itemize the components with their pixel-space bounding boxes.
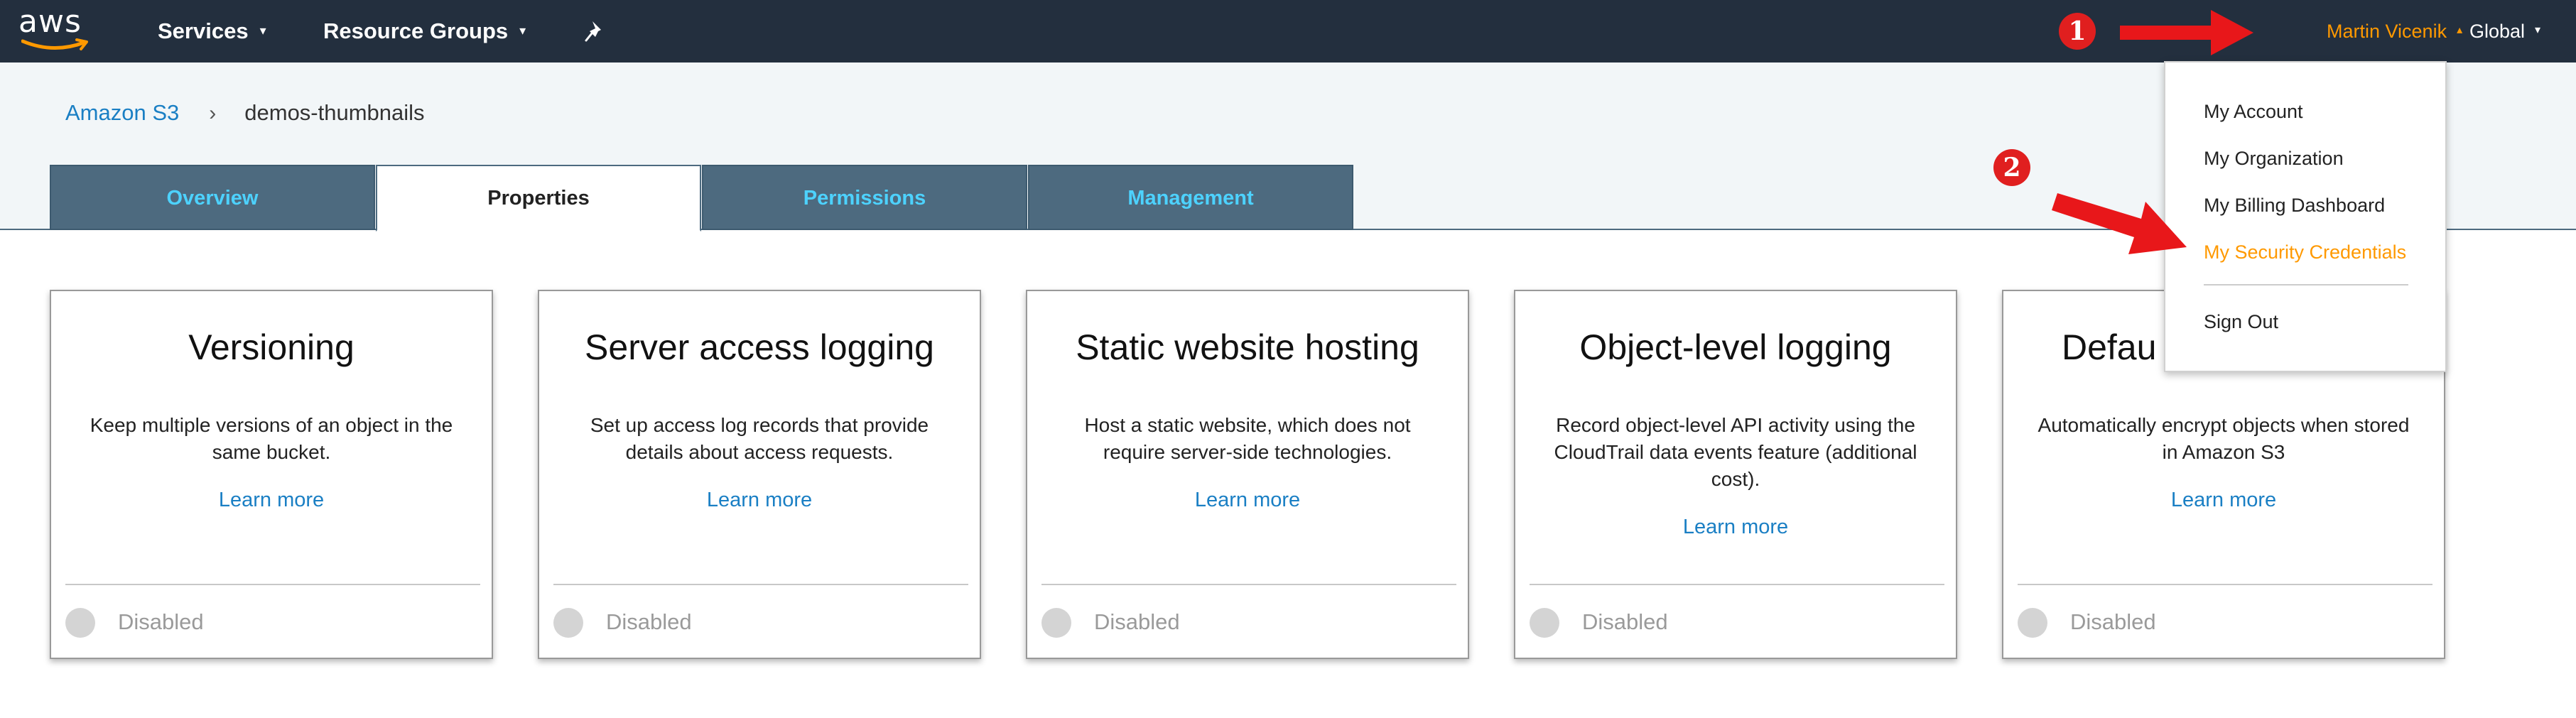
annotation-arrow-down-right-icon [2052,193,2187,254]
card-description: Record object-level API activity using t… [1554,414,1917,490]
card-divider [553,584,968,585]
status-label: Disabled [2070,609,2156,634]
annotation-marker-2: 2 [1993,149,2030,186]
tab-overview[interactable]: Overview [50,165,375,230]
learn-more-link[interactable]: Learn more [1515,516,1956,539]
learn-more-link[interactable]: Learn more [51,489,492,512]
breadcrumb-amazon-s3[interactable]: Amazon S3 [65,100,179,125]
card-divider [1041,584,1456,585]
tab-properties[interactable]: Properties [376,165,701,232]
status-radio-icon [1041,608,1071,638]
pin-icon[interactable] [583,18,608,44]
menu-item-my-organization[interactable]: My Organization [2204,148,2344,170]
learn-more-link[interactable]: Learn more [2003,489,2444,512]
tab-permissions[interactable]: Permissions [702,165,1027,230]
object-level-logging-card[interactable]: Object-level logging Record object-level… [1514,290,1957,659]
user-account-menu[interactable]: Martin Vicenik ▴ [2327,0,2462,62]
card-title: Defau [2062,327,2157,367]
versioning-card[interactable]: Versioning Keep multiple versions of an … [50,290,493,659]
card-title: Object-level logging [1579,327,1892,367]
menu-item-sign-out[interactable]: Sign Out [2204,311,2278,333]
tab-management[interactable]: Management [1028,165,1353,230]
learn-more-link[interactable]: Learn more [1027,489,1468,512]
annotation-marker-1: 1 [2059,13,2096,50]
status-radio-icon [65,608,95,638]
card-divider [65,584,480,585]
annotation-arrow-right-icon [2120,10,2253,55]
chevron-down-icon: ▾ [2535,23,2541,36]
learn-more-link[interactable]: Learn more [539,489,980,512]
resource-groups-menu[interactable]: Resource Groups ▾ [323,0,526,62]
card-title: Versioning [188,327,355,367]
card-description: Keep multiple versions of an object in t… [90,414,453,463]
chevron-up-icon: ▴ [2457,23,2463,36]
menu-item-my-billing-dashboard[interactable]: My Billing Dashboard [2204,195,2385,217]
chevron-down-icon: ▾ [259,23,266,38]
menu-item-my-account[interactable]: My Account [2204,101,2303,123]
menu-item-my-security-credentials[interactable]: My Security Credentials [2204,241,2406,263]
server-access-logging-card[interactable]: Server access logging Set up access log … [538,290,981,659]
status-radio-icon [1530,608,1559,638]
card-divider [1530,584,1944,585]
status-label: Disabled [1094,609,1180,634]
breadcrumb-current-bucket: demos-thumbnails [244,100,425,125]
aws-logo[interactable]: aws [18,4,97,58]
aws-logo-text: aws [18,4,82,40]
menu-divider [2204,284,2408,285]
status-radio-icon [553,608,583,638]
card-description: Set up access log records that provide d… [590,414,929,463]
card-description: Host a static website, which does not re… [1084,414,1411,463]
aws-smile-icon [21,38,88,50]
status-label: Disabled [606,609,692,634]
chevron-down-icon: ▾ [519,23,526,38]
card-title: Static website hosting [1076,327,1419,367]
region-menu[interactable]: Global ▾ [2469,0,2540,62]
breadcrumb-separator-icon: › [209,102,217,125]
status-radio-icon [2018,608,2047,638]
card-divider [2018,584,2432,585]
region-label: Global [2469,21,2526,42]
card-description: Automatically encrypt objects when store… [2037,414,2410,463]
services-menu[interactable]: Services ▾ [158,0,266,62]
services-label: Services [158,18,249,43]
status-label: Disabled [118,609,204,634]
user-name-label: Martin Vicenik [2327,21,2447,42]
user-account-dropdown: My Account My Organization My Billing Da… [2164,61,2447,372]
resource-groups-label: Resource Groups [323,18,509,43]
static-website-hosting-card[interactable]: Static website hosting Host a static web… [1026,290,1469,659]
card-title: Server access logging [585,327,934,367]
breadcrumb: Amazon S3 › demos-thumbnails [65,95,425,131]
status-label: Disabled [1582,609,1668,634]
